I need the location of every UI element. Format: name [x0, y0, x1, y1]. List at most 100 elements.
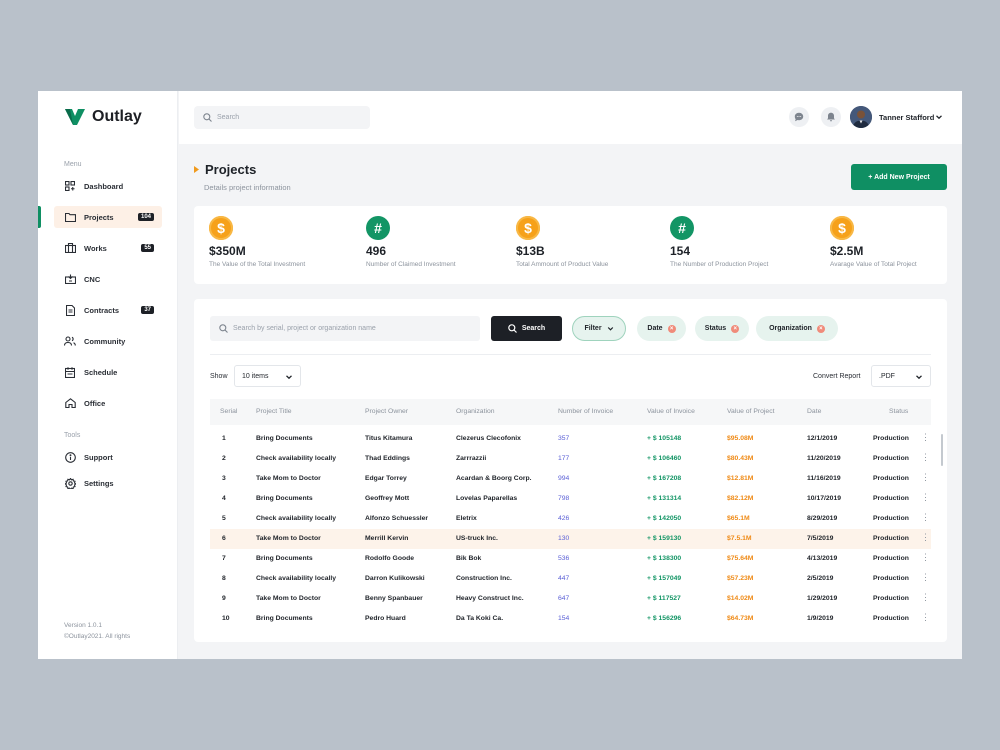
- notifications-button[interactable]: [821, 107, 841, 127]
- filter-chip-organization[interactable]: Organization ×: [756, 316, 838, 341]
- sidebar-item-office[interactable]: Office: [54, 392, 162, 414]
- project-owner-cell: Thad Eddings: [365, 455, 410, 462]
- sidebar-item-dashboard[interactable]: Dashboard: [54, 175, 162, 197]
- column-header[interactable]: Organization: [456, 408, 495, 415]
- sidebar-item-label: Office: [84, 398, 106, 408]
- remove-chip-icon[interactable]: ×: [667, 324, 676, 333]
- count-badge: 104: [137, 213, 154, 221]
- table-row[interactable]: 7 Bring Documents Rodolfo Goode Bik Bok 536 +…: [210, 549, 931, 569]
- column-header[interactable]: Project Title: [256, 408, 292, 415]
- stat-value: 496: [366, 244, 387, 258]
- sidebar-item-projects[interactable]: Projects 104: [54, 206, 162, 228]
- sidebar-item-schedule[interactable]: Schedule: [54, 361, 162, 383]
- project-owner-cell: Benny Spanbauer: [365, 595, 423, 602]
- more-options-icon[interactable]: ⋮: [921, 493, 930, 502]
- global-search-input[interactable]: Search: [194, 106, 370, 129]
- cnc-icon: [64, 273, 76, 285]
- page-header: Projects Details project information: [194, 162, 291, 192]
- chevron-down-icon: [916, 375, 922, 380]
- serial-cell: 4: [222, 495, 226, 502]
- project-value-cell: $75.64M: [727, 555, 754, 562]
- sidebar-item-cnc[interactable]: CNC: [54, 268, 162, 290]
- messages-button[interactable]: [789, 107, 809, 127]
- sidebar-item-support[interactable]: Support: [54, 446, 162, 468]
- filter-button[interactable]: Filter: [572, 316, 626, 341]
- project-title-cell: Bring Documents: [256, 435, 313, 442]
- add-new-project-button[interactable]: + Add New Project: [851, 164, 947, 190]
- column-header[interactable]: Status: [889, 408, 908, 415]
- sidebar-item-settings[interactable]: Settings: [54, 472, 162, 494]
- sidebar-item-community[interactable]: Community: [54, 330, 162, 352]
- project-title-cell: Check availability locally: [256, 515, 337, 522]
- project-search-input[interactable]: Search by serial, project or organizatio…: [210, 316, 480, 341]
- sidebar-item-works[interactable]: Works 55: [54, 237, 162, 259]
- project-owner-cell: Alfonzo Schuessler: [365, 515, 429, 522]
- filter-chip-date[interactable]: Date ×: [637, 316, 686, 341]
- sidebar-item-label: Schedule: [84, 367, 118, 377]
- search-placeholder: Search by serial, project or organizatio…: [233, 325, 376, 332]
- more-options-icon[interactable]: ⋮: [921, 613, 930, 622]
- topbar: Search Tanner Stafford: [179, 91, 962, 144]
- column-header[interactable]: Serial: [220, 408, 237, 415]
- table-row[interactable]: 2 Check availability locally Thad Eddings Z…: [210, 449, 931, 469]
- stat-product-value: $ $13B Total Ammount of Product Value: [516, 216, 608, 268]
- project-value-cell: $12.81M: [727, 475, 754, 482]
- more-options-icon[interactable]: ⋮: [921, 593, 930, 602]
- remove-chip-icon[interactable]: ×: [731, 324, 740, 333]
- logo[interactable]: Outlay: [64, 108, 142, 126]
- column-header[interactable]: Project Owner: [365, 408, 408, 415]
- table-row[interactable]: 3 Take Mom to Doctor Edgar Torrey Acardan &…: [210, 469, 931, 489]
- document-icon: [64, 304, 76, 316]
- organization-cell: Bik Bok: [456, 555, 482, 562]
- table-row[interactable]: 5 Check availability locally Alfonzo Schue…: [210, 509, 931, 529]
- search-button[interactable]: Search: [491, 316, 562, 341]
- table-row[interactable]: 9 Take Mom to Doctor Benny Spanbauer Heavy …: [210, 589, 931, 609]
- table-row[interactable]: 1 Bring Documents Titus Kitamura Clezerus C…: [210, 429, 931, 449]
- sidebar-item-label: Dashboard: [84, 181, 124, 191]
- filter-chip-status[interactable]: Status ×: [695, 316, 749, 341]
- more-options-icon[interactable]: ⋮: [921, 573, 930, 582]
- page-size-select[interactable]: 10 items: [234, 365, 301, 387]
- invoice-value-cell: + $ 105148: [647, 435, 682, 442]
- column-header[interactable]: Value of Project: [727, 408, 774, 415]
- divider: [210, 354, 931, 355]
- more-options-icon[interactable]: ⋮: [921, 433, 930, 442]
- project-value-cell: $82.12M: [727, 495, 754, 502]
- page-title-text: Projects: [205, 162, 257, 177]
- table-row[interactable]: 10 Bring Documents Pedro Huard Da Ta Koki C…: [210, 609, 931, 629]
- more-options-icon[interactable]: ⋮: [921, 553, 930, 562]
- table-row[interactable]: 8 Check availability locally Darron Kuliko…: [210, 569, 931, 589]
- avatar[interactable]: [850, 106, 872, 128]
- convert-report-label: Convert Report: [813, 373, 861, 380]
- table-row[interactable]: 6 Take Mom to Doctor Merrill Kervin US-truc…: [210, 529, 931, 549]
- organization-cell: Eletrix: [456, 515, 477, 522]
- invoice-value-cell: + $ 131314: [647, 495, 682, 502]
- more-options-icon[interactable]: ⋮: [921, 513, 930, 522]
- project-value-cell: $95.08M: [727, 435, 754, 442]
- organization-cell: Heavy Construct Inc.: [456, 595, 524, 602]
- column-header[interactable]: Value of Invoice: [647, 408, 695, 415]
- column-header[interactable]: Date: [807, 408, 821, 415]
- column-header[interactable]: Number of Invoice: [558, 408, 613, 415]
- sidebar-item-contracts[interactable]: Contracts 37: [54, 299, 162, 321]
- stat-average-value: $ $2.5M Avarage Value of Total Project: [830, 216, 917, 268]
- project-title-cell: Bring Documents: [256, 555, 313, 562]
- more-options-icon[interactable]: ⋮: [921, 453, 930, 462]
- users-icon: [64, 335, 76, 347]
- more-options-icon[interactable]: ⋮: [921, 473, 930, 482]
- status-cell: Production: [873, 455, 909, 462]
- date-cell: 11/16/2019: [807, 475, 841, 482]
- more-options-icon[interactable]: ⋮: [921, 533, 930, 542]
- hash-icon: #: [366, 216, 390, 240]
- stat-label: Number of Claimed Investment: [366, 261, 456, 268]
- chevron-down-icon: [286, 375, 292, 380]
- table-row[interactable]: 4 Bring Documents Geoffrey Mott Lovelas Pap…: [210, 489, 931, 509]
- table-scrollbar[interactable]: [941, 434, 943, 466]
- project-value-cell: $65.1M: [727, 515, 750, 522]
- user-name[interactable]: Tanner Stafford: [879, 113, 934, 122]
- remove-chip-icon[interactable]: ×: [816, 324, 825, 333]
- chevron-down-icon[interactable]: [935, 113, 943, 121]
- report-format-select[interactable]: .PDF: [871, 365, 931, 387]
- hash-icon: #: [670, 216, 694, 240]
- serial-cell: 10: [222, 615, 230, 622]
